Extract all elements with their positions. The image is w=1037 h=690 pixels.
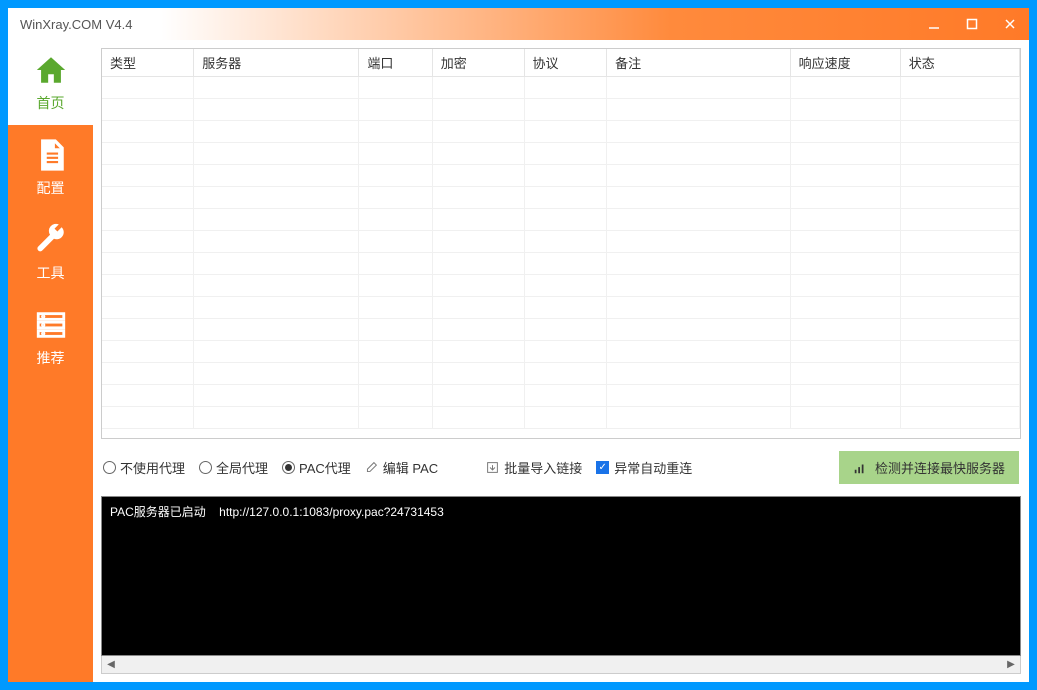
button-label: 检测并连接最快服务器 (875, 458, 1005, 477)
radio-pac-proxy[interactable]: PAC代理 (282, 458, 351, 477)
table-row[interactable] (102, 407, 1020, 429)
col-speed[interactable]: 响应速度 (790, 49, 900, 77)
detect-fastest-button[interactable]: 检测并连接最快服务器 (839, 451, 1019, 484)
close-button[interactable] (991, 8, 1029, 40)
scroll-right-icon[interactable]: ▶ (1002, 656, 1020, 673)
col-status[interactable]: 状态 (900, 49, 1019, 77)
sidebar-item-recommend[interactable]: 推荐 (8, 295, 93, 380)
col-encrypt[interactable]: 加密 (432, 49, 524, 77)
checkbox-label: 异常自动重连 (614, 458, 692, 477)
sidebar-item-tools[interactable]: 工具 (8, 210, 93, 295)
col-protocol[interactable]: 协议 (524, 49, 607, 77)
scroll-track[interactable] (120, 656, 1002, 673)
console-line: PAC服务器已启动 http://127.0.0.1:1083/proxy.pa… (110, 505, 444, 519)
sidebar-item-label: 首页 (37, 93, 65, 113)
col-remark[interactable]: 备注 (607, 49, 791, 77)
titlebar: WinXray.COM V4.4 (8, 8, 1029, 40)
table-row[interactable] (102, 209, 1020, 231)
col-port[interactable]: 端口 (359, 49, 432, 77)
radio-global-proxy[interactable]: 全局代理 (199, 458, 268, 477)
edit-icon (365, 461, 378, 474)
window-title: WinXray.COM V4.4 (20, 17, 915, 32)
radio-label: PAC代理 (299, 458, 351, 477)
maximize-button[interactable] (953, 8, 991, 40)
radio-label: 全局代理 (216, 458, 268, 477)
minimize-button[interactable] (915, 8, 953, 40)
table-row[interactable] (102, 165, 1020, 187)
auto-reconnect-checkbox[interactable]: 异常自动重连 (596, 458, 692, 477)
link-label: 编辑 PAC (383, 458, 438, 477)
import-icon (486, 461, 499, 474)
table-row[interactable] (102, 297, 1020, 319)
home-icon (34, 53, 68, 87)
scroll-left-icon[interactable]: ◀ (102, 656, 120, 673)
sidebar-item-home[interactable]: 首页 (8, 40, 93, 125)
sidebar-item-label: 推荐 (37, 348, 65, 368)
table-row[interactable] (102, 363, 1020, 385)
col-type[interactable]: 类型 (102, 49, 194, 77)
sidebar: 首页 配置 工具 推荐 (8, 40, 93, 682)
radio-icon (103, 461, 116, 474)
link-label: 批量导入链接 (504, 458, 582, 477)
table-row[interactable] (102, 143, 1020, 165)
sidebar-item-label: 工具 (37, 263, 65, 283)
server-icon (34, 308, 68, 342)
table-row[interactable] (102, 121, 1020, 143)
radio-icon (282, 461, 295, 474)
table-row[interactable] (102, 187, 1020, 209)
wrench-icon (34, 223, 68, 257)
signal-icon (853, 461, 867, 475)
table-row[interactable] (102, 275, 1020, 297)
table-row[interactable] (102, 77, 1020, 99)
radio-no-proxy[interactable]: 不使用代理 (103, 458, 185, 477)
controls-bar: 不使用代理 全局代理 PAC代理 编辑 PAC (101, 447, 1021, 488)
console-output[interactable]: PAC服务器已启动 http://127.0.0.1:1083/proxy.pa… (101, 496, 1021, 656)
table-row[interactable] (102, 341, 1020, 363)
table-row[interactable] (102, 99, 1020, 121)
checkbox-icon (596, 461, 609, 474)
server-table[interactable]: 类型 服务器 端口 加密 协议 备注 响应速度 状态 (101, 48, 1021, 439)
table-row[interactable] (102, 319, 1020, 341)
document-icon (34, 138, 68, 172)
sidebar-item-label: 配置 (37, 178, 65, 198)
edit-pac-button[interactable]: 编辑 PAC (365, 458, 438, 477)
sidebar-item-config[interactable]: 配置 (8, 125, 93, 210)
radio-label: 不使用代理 (120, 458, 185, 477)
table-row[interactable] (102, 231, 1020, 253)
bulk-import-button[interactable]: 批量导入链接 (486, 458, 582, 477)
col-server[interactable]: 服务器 (194, 49, 359, 77)
radio-icon (199, 461, 212, 474)
table-header-row: 类型 服务器 端口 加密 协议 备注 响应速度 状态 (102, 49, 1020, 77)
table-row[interactable] (102, 385, 1020, 407)
table-row[interactable] (102, 253, 1020, 275)
horizontal-scrollbar[interactable]: ◀ ▶ (101, 656, 1021, 674)
